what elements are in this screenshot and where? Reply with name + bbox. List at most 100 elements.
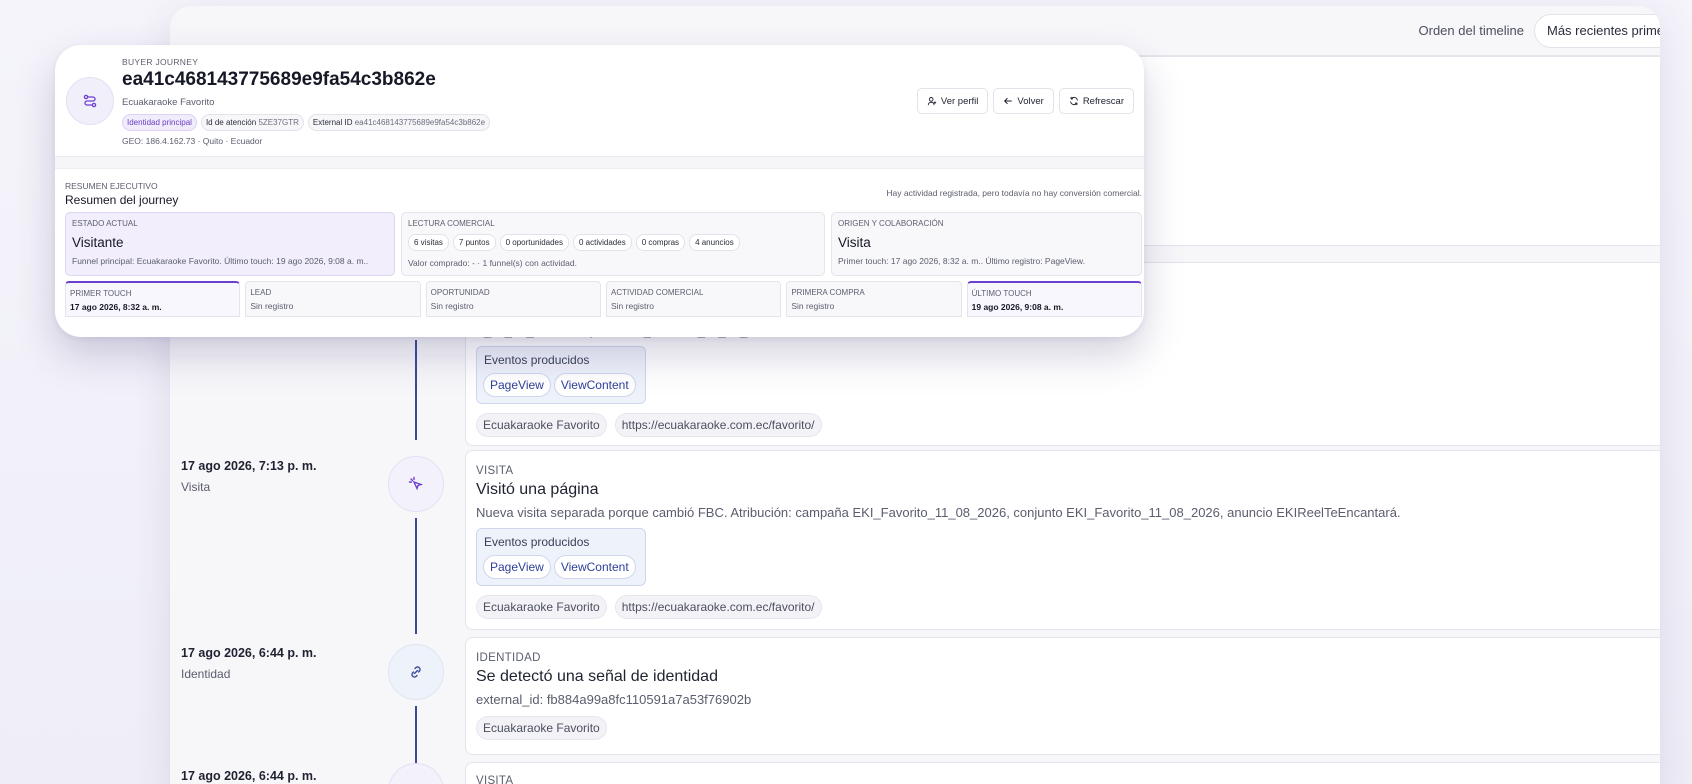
- card-tags: Ecuakaraoke Favorito https://ecuakaraoke…: [476, 413, 1650, 437]
- timeline-line: [415, 518, 417, 634]
- event-pill[interactable]: PageView: [483, 555, 551, 579]
- timeline-card: IDENTIDAD Se detectó una señal de identi…: [465, 637, 1660, 755]
- origin-card: ORIGEN Y COLABORACIÓN Visita Primer touc…: [831, 212, 1142, 276]
- user-icon: [927, 97, 937, 106]
- summary-title: Resumen del journey: [65, 193, 179, 207]
- back-button[interactable]: Volver: [993, 88, 1054, 114]
- tag-link[interactable]: https://ecuakaraoke.com.ec/favorito/: [614, 413, 822, 437]
- refresh-button[interactable]: Refrescar: [1058, 88, 1134, 114]
- attention-id-badge: Id de atención 5ZE37GTR: [200, 114, 304, 131]
- stage-value: Sin registro: [791, 301, 835, 311]
- stage-value: Sin registro: [430, 301, 474, 311]
- summary-cards: ESTADO ACTUAL Visitante Funnel principal…: [65, 212, 1142, 276]
- state-sub: Funnel principal: Ecuakaraoke Favorito. …: [72, 256, 369, 266]
- section-divider: [55, 157, 1144, 169]
- timeline-card: VISITA: [465, 762, 1660, 784]
- stage-lead: LEAD Sin registro: [245, 281, 421, 317]
- stage-label: PRIMERA COMPRA: [791, 288, 865, 297]
- refresh-label: Refrescar: [1082, 95, 1124, 107]
- origin-title: Visita: [838, 235, 871, 250]
- tag: Ecuakaraoke Favorito: [476, 716, 607, 740]
- commercial-kicker: LECTURA COMERCIAL: [408, 219, 495, 228]
- stage-first-purchase: PRIMERA COMPRA Sin registro: [786, 281, 962, 317]
- card-kind: VISITA: [476, 465, 514, 477]
- event-pill[interactable]: ViewContent: [553, 373, 636, 397]
- card-tags: Ecuakaraoke Favorito https://ecuakaraoke…: [476, 595, 1650, 619]
- order-select[interactable]: Más recientes primero: [1534, 13, 1660, 48]
- origin-kicker: ORIGEN Y COLABORACIÓN: [838, 219, 944, 228]
- stage-value: Sin registro: [250, 301, 294, 311]
- stage-opportunity: OPORTUNIDAD Sin registro: [425, 281, 601, 317]
- stage-value: Sin registro: [610, 301, 654, 311]
- activities-chip: 0 actividades: [573, 234, 632, 251]
- geo-info: GEO: 186.4.162.73 · Quito · Ecuador: [122, 136, 263, 146]
- summary-kicker: RESUMEN EJECUTIVO: [65, 181, 158, 191]
- journey-label: BUYER JOURNEY: [122, 57, 199, 67]
- state-kicker: ESTADO ACTUAL: [72, 219, 138, 228]
- journey-subtitle: Ecuakaraoke Favorito: [122, 97, 215, 108]
- summary-note: Hay actividad registrada, pero todavía n…: [886, 188, 1142, 198]
- primary-identity-badge: Identidad principal: [122, 114, 197, 131]
- attention-id-value: 5ZE37GTR: [258, 118, 299, 127]
- stage-label: OPORTUNIDAD: [430, 288, 490, 297]
- ads-chip: 4 anuncios: [689, 234, 740, 251]
- card-tags: Ecuakaraoke Favorito: [476, 716, 1650, 740]
- identity-badges: Identidad principal Id de atención 5ZE37…: [122, 114, 491, 131]
- event-pill[interactable]: ViewContent: [553, 555, 636, 579]
- events-title: Eventos producidos: [484, 353, 590, 367]
- commercial-sub: Valor comprado: - · 1 funnel(s) con acti…: [408, 258, 577, 268]
- stage-label: ÚLTIMO TOUCH: [971, 289, 1032, 298]
- points-chip: 7 puntos: [452, 234, 496, 251]
- cursor-click-icon: [388, 456, 444, 512]
- row-date: 17 ago 2026, 6:44 p. m.: [181, 769, 317, 783]
- order-label: Orden del timeline: [1418, 23, 1525, 38]
- journey-stages: PRIMER TOUCH 17 ago 2026, 8:32 a. m. LEA…: [65, 281, 1142, 317]
- row-type: Identidad: [181, 667, 231, 681]
- visits-chip: 6 visitas: [408, 234, 449, 251]
- origin-sub: Primer touch: 17 ago 2026, 8:32 a. m.. Ú…: [838, 256, 1085, 266]
- view-profile-label: Ver perfil: [940, 95, 979, 107]
- stage-value: 19 ago 2026, 9:08 a. m.: [971, 302, 1064, 312]
- external-id-badge: External ID ea41c468143775689e9fa54c3b86…: [307, 114, 491, 131]
- header-actions: Ver perfil Volver Refrescar: [916, 88, 1134, 114]
- stage-commercial-activity: ACTIVIDAD COMERCIAL Sin registro: [605, 281, 782, 317]
- row-date: 17 ago 2026, 7:13 p. m.: [181, 459, 317, 473]
- card-kind: VISITA: [476, 775, 514, 784]
- current-state-card: ESTADO ACTUAL Visitante Funnel principal…: [65, 212, 395, 276]
- card-description: external_id: fb884a99a8fc110591a7a53f769…: [476, 692, 752, 707]
- buyer-journey-card: BUYER JOURNEY ea41c468143775689e9fa54c3b…: [55, 45, 1144, 337]
- state-title: Visitante: [72, 235, 124, 250]
- tag-link[interactable]: https://ecuakaraoke.com.ec/favorito/: [614, 595, 822, 619]
- tag: Ecuakaraoke Favorito: [476, 413, 607, 437]
- stage-first-touch: PRIMER TOUCH 17 ago 2026, 8:32 a. m.: [65, 281, 241, 317]
- refresh-icon: [1070, 96, 1078, 106]
- timeline-line: [415, 706, 417, 766]
- route-icon: [66, 77, 114, 125]
- card-title: Visitó una página: [476, 481, 599, 498]
- arrow-left-icon: [1004, 98, 1013, 104]
- journey-id: ea41c468143775689e9fa54c3b862e: [122, 69, 436, 90]
- card-description: Nueva visita separada porque cambió FBC.…: [476, 505, 1401, 520]
- cursor-click-icon: [388, 763, 444, 784]
- stage-label: LEAD: [250, 288, 272, 297]
- events-title: Eventos producidos: [484, 535, 590, 549]
- timeline-line: [415, 340, 417, 440]
- stage-label: ACTIVIDAD COMERCIAL: [610, 288, 704, 297]
- events-box: Eventos producidos PageView ViewContent: [476, 528, 646, 586]
- event-pill[interactable]: PageView: [483, 373, 551, 397]
- opportunities-chip: 0 oportunidades: [499, 234, 569, 251]
- timeline-card: VISITA Visitó una página Nueva visita se…: [465, 450, 1660, 630]
- row-date: 17 ago 2026, 6:44 p. m.: [181, 646, 317, 660]
- link-icon: [388, 644, 444, 700]
- back-label: Volver: [1017, 95, 1044, 107]
- commercial-chips: 6 visitas 7 puntos 0 oportunidades 0 act…: [408, 234, 818, 251]
- events-box: Eventos producidos PageView ViewContent: [476, 346, 646, 404]
- external-id-value: ea41c468143775689e9fa54c3b862e: [354, 118, 486, 127]
- purchases-chip: 0 compras: [635, 234, 686, 251]
- view-profile-button[interactable]: Ver perfil: [916, 88, 989, 114]
- attention-id-label: Id de atención: [205, 118, 257, 127]
- stage-value: 17 ago 2026, 8:32 a. m.: [70, 302, 162, 312]
- stage-last-touch: ÚLTIMO TOUCH 19 ago 2026, 9:08 a. m.: [966, 281, 1142, 317]
- card-title: Se detectó una señal de identidad: [476, 668, 718, 685]
- external-id-label: External ID: [312, 118, 353, 127]
